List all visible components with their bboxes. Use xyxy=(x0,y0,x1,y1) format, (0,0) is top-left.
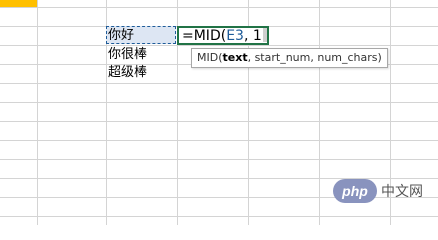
cell-e4[interactable]: 你很棒 xyxy=(108,46,147,63)
column-gridline xyxy=(319,0,320,225)
highlighted-cell[interactable] xyxy=(0,0,37,7)
text-caret xyxy=(262,28,267,42)
tooltip-rest-args: , start_num, num_chars) xyxy=(247,51,382,64)
cell-e5[interactable]: 超级棒 xyxy=(108,64,147,81)
row-gridline xyxy=(0,7,438,8)
row-gridline xyxy=(0,121,438,122)
tooltip-active-arg: text xyxy=(222,51,248,64)
row-gridline xyxy=(0,102,438,103)
row-gridline xyxy=(0,83,438,84)
row-gridline xyxy=(0,159,438,160)
watermark-text: 中文网 xyxy=(381,184,423,200)
formula-sep: , xyxy=(243,28,249,44)
formula-ref: E3 xyxy=(226,28,244,44)
cell-e3[interactable]: 你好 xyxy=(108,27,134,44)
row-gridline xyxy=(0,140,438,141)
php-logo-text: php xyxy=(342,183,368,199)
tooltip-function-name: MID( xyxy=(197,51,223,64)
watermark: php 中文网 xyxy=(333,178,437,204)
row-gridline xyxy=(0,216,438,217)
php-logo-icon: php xyxy=(333,179,377,203)
formula-edit-cell[interactable]: =MID(E3, 1 xyxy=(177,26,269,45)
function-tooltip[interactable]: MID(text, start_num, num_chars) xyxy=(191,48,388,68)
column-gridline xyxy=(37,0,38,225)
formula-prefix: =MID( xyxy=(182,28,227,44)
formula-arg: 1 xyxy=(252,28,262,44)
row-gridline xyxy=(0,45,438,46)
